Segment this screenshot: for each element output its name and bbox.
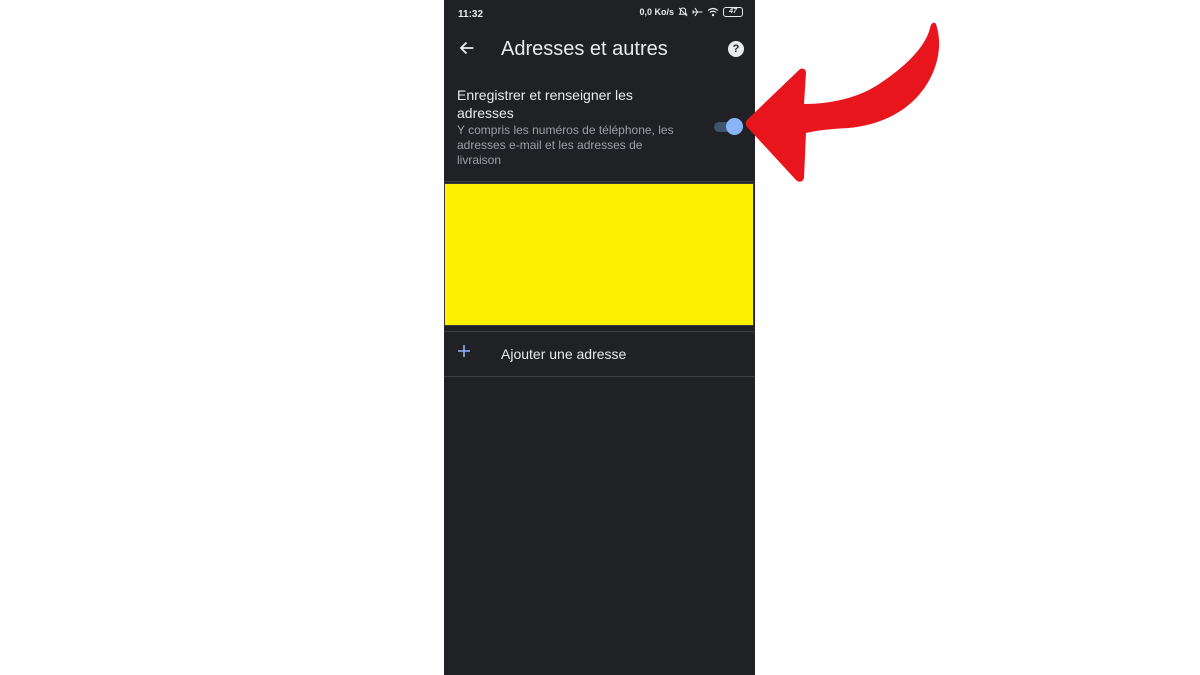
save-addresses-toggle[interactable] (714, 118, 743, 135)
wifi-icon (707, 7, 719, 17)
arrow-left-icon (459, 40, 475, 61)
redacted-address-block (444, 183, 754, 326)
back-button[interactable] (456, 39, 478, 61)
save-addresses-setting[interactable]: Enregistrer et renseigner les adresses Y… (444, 86, 755, 182)
setting-description: Y compris les numéros de téléphone, les … (457, 123, 674, 167)
battery-icon: 47 (723, 7, 743, 17)
network-speed: 0,0 Ko/s (639, 7, 674, 17)
help-circle-icon: ? (732, 43, 740, 55)
divider (444, 181, 755, 182)
setting-title: Enregistrer et renseigner les adresses (457, 87, 633, 121)
divider (444, 376, 755, 377)
plus-icon (457, 344, 471, 358)
page-title: Adresses et autres (501, 38, 668, 60)
add-address-label: Ajouter une adresse (501, 346, 627, 362)
red-arrow-annotation (740, 18, 945, 184)
add-address-button[interactable]: Ajouter une adresse (444, 332, 755, 376)
airplane-icon (692, 7, 703, 17)
status-icons: 0,0 Ko/s 47 (639, 7, 743, 17)
app-bar: Adresses et autres ? (444, 28, 755, 72)
status-bar: 11:32 0,0 Ko/s 47 (444, 0, 755, 28)
status-time: 11:32 (458, 9, 484, 20)
screenshot-canvas: 11:32 0,0 Ko/s 47 Adresses et autres ? E… (0, 0, 1200, 675)
bell-off-icon (678, 7, 688, 17)
phone-screen: 11:32 0,0 Ko/s 47 Adresses et autres ? E… (444, 0, 755, 675)
